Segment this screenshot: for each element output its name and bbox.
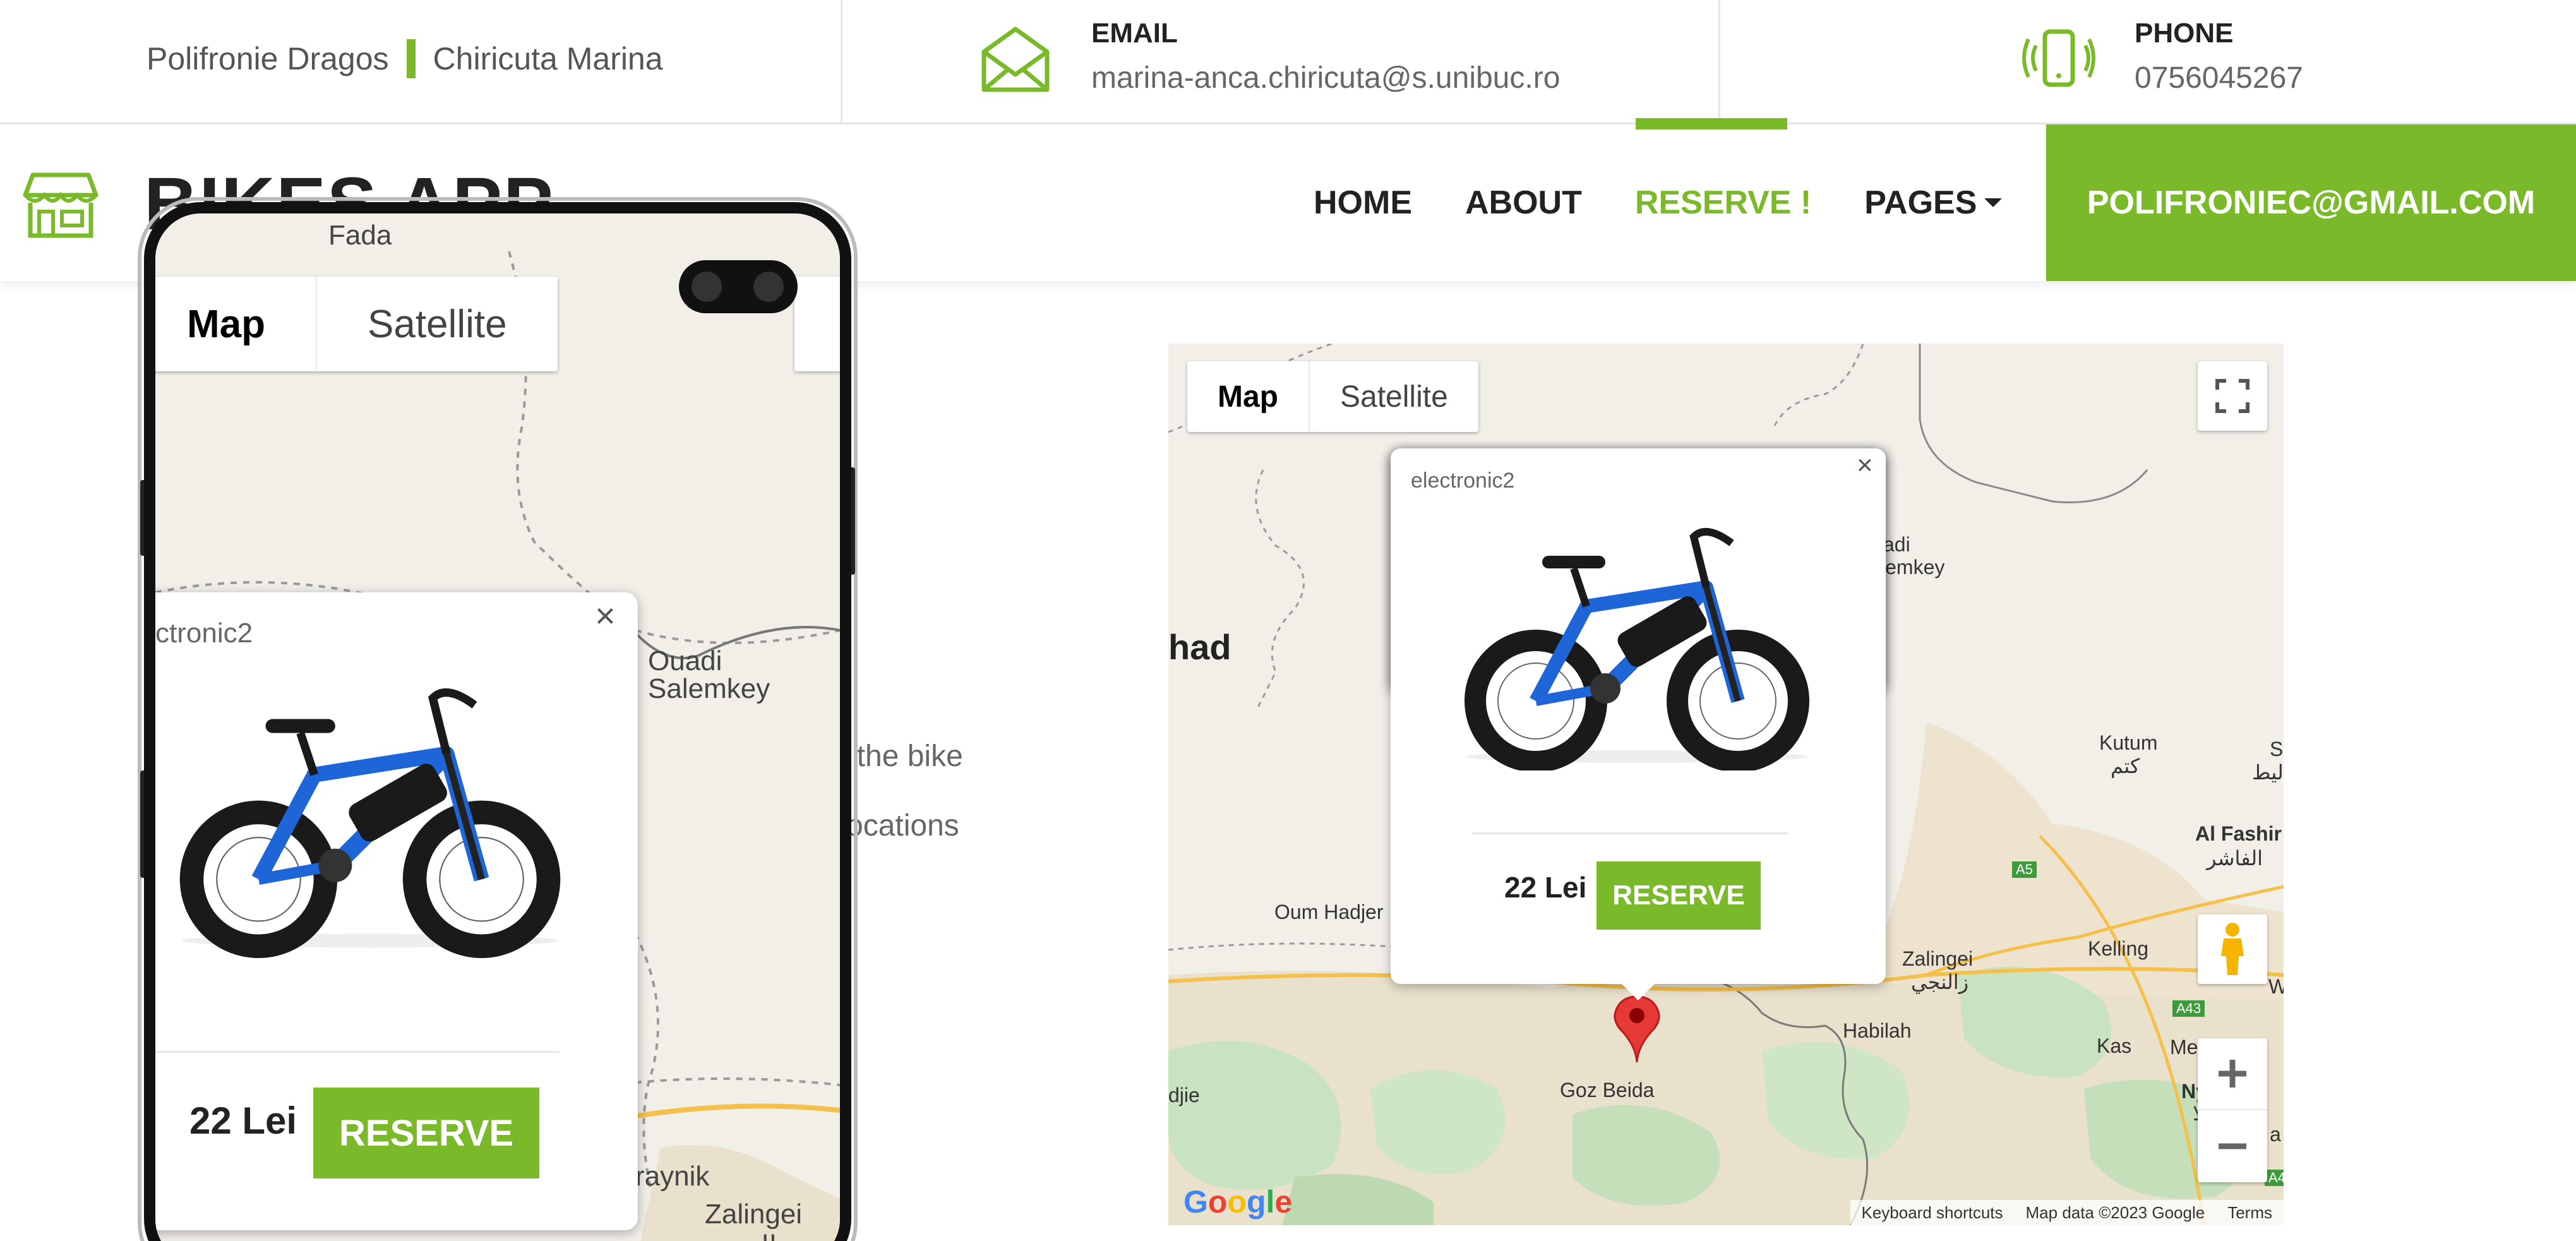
minus-icon [2219,1143,2246,1149]
nav-home[interactable]: HOME [1314,184,1412,222]
phone-price-label: 22 Lei [189,1100,297,1142]
reserve-button[interactable]: RESERVE [1597,861,1761,930]
camera-lens-icon [692,272,722,302]
close-icon[interactable]: × [1857,450,1873,481]
author-divider [406,39,416,78]
bike-image [1465,528,1809,770]
top-info-bar: Polifronie Dragos Chiricuta Marina EMAIL… [0,0,2576,124]
map-label-al-fashir-arabic: الفاشر [2207,847,2263,870]
map-label-salemkey: lemkey [1881,556,1945,579]
map-label-arabic-right: ليط [2252,761,2284,784]
content-text-fragment: t the bike [840,740,963,773]
phone-label: PHONE [2135,18,2234,49]
email-button[interactable]: POLIFRONIEC@GMAIL.COM [2046,124,2576,281]
fullscreen-button[interactable] [2198,361,2267,431]
pegman-icon [2221,923,2244,975]
phone-screen: Fada Ouadi Salemkey raynik Zalingei زالن… [144,202,851,1241]
map-label-zalingei-arabic: زالنجي [1911,971,1969,993]
phone-map-label-raynik: raynik [635,1161,710,1192]
author-name-1: Polifronie Dragos [147,41,389,76]
phone-info-window: ctronic2 × 22 Lei RESERVE [155,592,638,1230]
phone-info-window-title: ctronic2 [155,618,253,649]
map-label-w: W [2268,975,2284,998]
email-value[interactable]: marina-anca.chiricuta@s.unibuc.ro [1091,61,1560,95]
zoom-in-button[interactable] [2198,1038,2267,1110]
plus-icon [2219,1060,2246,1088]
zoom-control [2198,1038,2267,1182]
zoom-out-button[interactable] [2198,1110,2267,1182]
nav-active-indicator [1636,118,1787,129]
info-window-tail [1620,983,1656,1000]
nav-reserve[interactable]: RESERVE ! [1635,184,1811,222]
map-type-map-button[interactable]: Map [1187,361,1310,432]
phone-map-label-ouadi: Ouadi [648,645,722,676]
phone-info-window-divider [155,1051,560,1053]
map-widget[interactable]: had adi lemkey Kutum كتم S ليط Al Fashir… [1168,344,2284,1225]
map-label-kas: Kas [2097,1034,2132,1057]
map-label-chad: had [1168,627,1231,667]
map-label-kelling: Kelling [2088,937,2149,960]
email-contact: EMAIL marina-anca.chiricuta@s.unibuc.ro [978,14,1560,96]
phone-camera [679,260,798,313]
fullscreen-icon [2215,379,2250,413]
street-view-button[interactable] [2198,914,2267,984]
map-label-djie: djie [1168,1084,1200,1106]
envelope-icon [981,27,1050,92]
map-type-satellite-button[interactable]: Satellite [1310,361,1478,432]
map-label-a: a [2270,1123,2281,1146]
email-label: EMAIL [1091,18,1178,49]
road-shield-a5: A5 [2012,861,2037,878]
info-window-divider [1473,832,1788,834]
map-footer: Keyboard shortcuts Map data ©2023 Google… [1850,1200,2284,1225]
terms-link[interactable]: Terms [2216,1203,2284,1223]
phone-fullscreen-button[interactable] [794,277,840,371]
column-divider [1718,0,1720,124]
info-window-card: electronic2 × 22 Lei RESERVE [1391,448,1886,1000]
map-label-kutum-arabic: كتم [2111,755,2140,777]
map-type-control: Map Satellite [1187,361,1478,432]
road-shield-a43: A43 [2172,1000,2205,1017]
map-data-attribution: Map data ©2023 Google [2025,1202,2205,1222]
map-label-goz-beida: Goz Beida [1560,1079,1655,1101]
nav-pages[interactable]: PAGES [1864,184,2003,222]
nav-about[interactable]: ABOUT [1465,184,1582,222]
map-label-s: S [2270,738,2284,760]
phone-icon [2022,29,2095,87]
phone-map-label-fada: Fada [328,220,392,251]
phone-reserve-button[interactable]: RESERVE [313,1088,539,1178]
road-shield-a43: A43 [2265,1170,2284,1186]
phone-bike-image [179,688,561,958]
nav-links: HOME ABOUT RESERVE ! PAGES [1314,124,2055,281]
phone-value[interactable]: 0756045267 [2135,61,2303,95]
authors: Polifronie Dragos Chiricuta Marina [147,39,663,78]
map-label-zalingei: Zalingei [1902,947,1974,970]
chevron-down-icon [1984,198,2003,207]
camera-lens-icon [753,272,784,302]
column-divider [841,0,842,124]
phone-map-label-zalingei: Zalingei [705,1199,803,1230]
map-label-al-fashir: Al Fashir [2195,822,2282,845]
phone-contact: PHONE 0756045267 [2021,14,2303,96]
google-logo: Google [1183,1184,1293,1220]
nav-pages-label: PAGES [1864,184,1977,221]
map-label-habilah: Habilah [1843,1019,1912,1042]
map-label-kutum: Kutum [2099,731,2158,754]
keyboard-shortcuts-link[interactable]: Keyboard shortcuts [1850,1203,2015,1223]
phone-map-label-zalingei-arabic: زالنجي [711,1230,790,1241]
price-label: 22 Lei [1504,871,1587,904]
phone-map-type-satellite-button[interactable]: Satellite [317,277,558,371]
info-window-title: electronic2 [1411,469,1515,493]
content-text-fragment: ocations [846,809,959,842]
store-icon [23,172,99,238]
phone-close-icon[interactable]: × [595,595,616,636]
map-marker-icon[interactable] [1613,994,1661,1064]
phone-map-type-control: Map Satellite [155,277,558,371]
map-label-oum-hadjer: Oum Hadjer [1274,901,1384,923]
map-label-ouadi: adi [1883,533,1910,556]
phone-map-type-map-button[interactable]: Map [155,277,317,371]
phone-map-label-salemkey: Salemkey [648,673,770,704]
author-name-2: Chiricuta Marina [433,41,663,76]
